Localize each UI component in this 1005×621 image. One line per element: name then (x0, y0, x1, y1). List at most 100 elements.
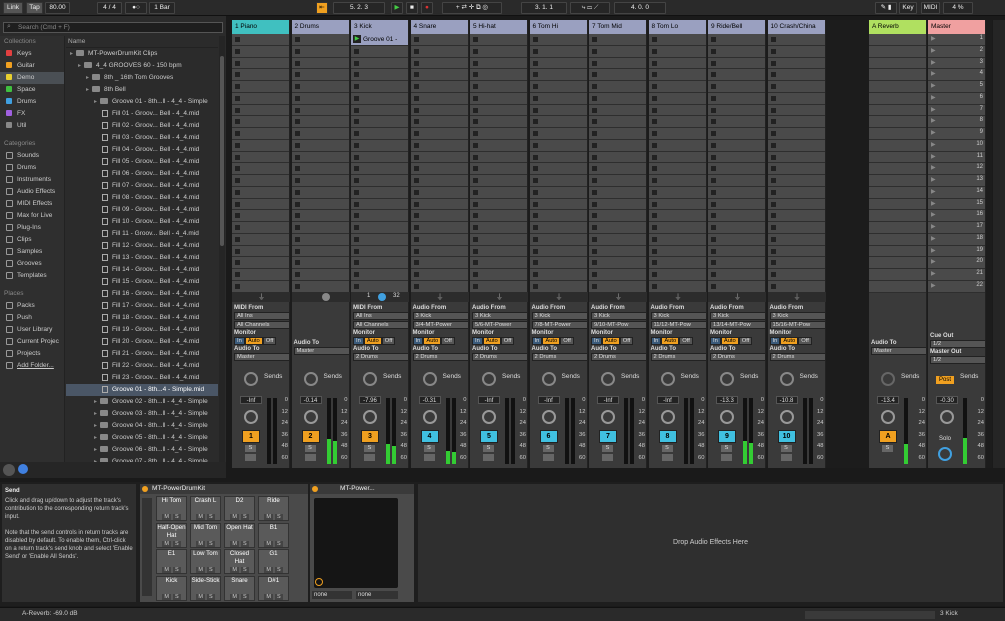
stop-button-icon[interactable] (294, 272, 300, 277)
pad-solo-button[interactable]: S (206, 593, 215, 600)
scene-launch-icon[interactable]: ▶ (931, 247, 936, 254)
scene-number[interactable]: 9 (980, 129, 983, 135)
stop-button-icon[interactable] (354, 72, 359, 78)
stop-button-icon[interactable] (235, 72, 240, 78)
arm-button[interactable] (661, 454, 673, 461)
clip-slot[interactable] (529, 81, 587, 93)
stop-button-icon[interactable] (770, 283, 776, 289)
clip-slot[interactable] (529, 175, 587, 187)
monitor-in-button[interactable]: In (769, 337, 781, 345)
clip-slot[interactable]: ▶ 14 (928, 186, 985, 199)
monitor-in-button[interactable]: In (472, 337, 483, 345)
clip-slot[interactable] (648, 198, 706, 211)
clip-slot[interactable] (351, 269, 408, 281)
stop-button-icon[interactable] (473, 201, 478, 207)
scene-launch-icon[interactable]: ▶ (931, 35, 936, 42)
clip-slot[interactable]: ▶ 12 (928, 163, 985, 175)
stop-button-icon[interactable] (711, 189, 716, 195)
clip-slot[interactable] (291, 245, 349, 258)
stop-button-icon[interactable] (294, 48, 300, 54)
stop-button-icon[interactable] (592, 260, 597, 266)
clip-slot[interactable] (589, 280, 646, 293)
stop-button-icon[interactable] (651, 119, 657, 125)
stop-button-icon[interactable] (770, 119, 776, 125)
send-a-knob[interactable] (363, 372, 377, 386)
browser-tree-item[interactable]: ▸ 4_4 GROOVES 60 - 150 bpm (66, 60, 218, 72)
stop-button-icon[interactable] (413, 189, 419, 195)
monitor-auto-button[interactable]: Auto (363, 337, 382, 345)
pad-mute-button[interactable]: M (162, 540, 171, 547)
clip-slot[interactable] (291, 45, 349, 58)
clip-slot[interactable]: ▶ 16 (928, 210, 985, 222)
send-a-knob[interactable] (244, 372, 258, 386)
stop-button-icon[interactable] (532, 248, 538, 254)
stop-button-icon[interactable] (592, 189, 597, 195)
scene-launch-icon[interactable]: ▶ (931, 188, 936, 195)
arm-button[interactable] (542, 454, 554, 461)
clip-slot[interactable] (648, 257, 706, 269)
track-header[interactable]: 7 Tom Mid (589, 20, 646, 34)
clip-slot[interactable] (470, 69, 527, 81)
browser-tree-item[interactable]: ▸ Groove 02 - 8th...ll - 4_4 - Simple (66, 396, 218, 408)
collection-item[interactable]: Space (0, 84, 64, 96)
stop-button-icon[interactable] (711, 283, 716, 289)
monitor-auto-button[interactable]: Auto (482, 337, 501, 345)
stop-button-icon[interactable] (532, 166, 538, 172)
stop-button-icon[interactable] (294, 166, 300, 172)
clip-slot[interactable] (529, 210, 587, 222)
stop-button-icon[interactable] (473, 142, 478, 148)
audio-to-select[interactable]: 2 Drums (531, 353, 588, 361)
stop-button-icon[interactable] (294, 201, 300, 207)
pad-solo-button[interactable]: S (172, 593, 181, 600)
track-header[interactable]: 10 Crash/China (767, 20, 825, 34)
stop-button-icon[interactable] (235, 84, 240, 89)
pan-knob[interactable] (940, 410, 954, 424)
arm-button[interactable] (780, 454, 792, 461)
stop-button-icon[interactable] (473, 72, 478, 78)
clip-slot[interactable] (291, 128, 349, 140)
stop-button-icon[interactable] (532, 178, 538, 183)
clip-slot[interactable] (529, 69, 587, 81)
solo-button[interactable]: S (304, 445, 316, 452)
pad-solo-button[interactable]: S (274, 514, 283, 520)
pan-knob[interactable] (660, 410, 675, 424)
stop-button-icon[interactable] (770, 260, 776, 266)
monitor-auto-button[interactable]: Auto (244, 337, 263, 345)
stop-button-icon[interactable] (592, 107, 597, 113)
link-button[interactable]: Link (3, 2, 23, 14)
stop-button-icon[interactable] (354, 166, 359, 172)
clip-slot[interactable] (708, 210, 765, 222)
place-item[interactable]: Current Projec (0, 336, 64, 348)
automation-buttons[interactable]: + ⇄ ✛ ⧉ ◎ (442, 2, 502, 14)
clip-slot[interactable] (767, 151, 825, 164)
clip-slot[interactable]: ▶ 7 (928, 104, 985, 117)
stop-button-icon[interactable] (770, 178, 776, 183)
stop-button-icon[interactable] (711, 142, 716, 148)
clip-slot[interactable] (410, 257, 468, 269)
stop-button-icon[interactable] (770, 154, 776, 160)
clip-slot[interactable] (410, 69, 468, 81)
clip-slot[interactable] (291, 175, 349, 187)
pad-solo-button[interactable]: S (274, 593, 283, 600)
clip-slot[interactable] (648, 186, 706, 199)
pad-mute-button[interactable]: M (162, 593, 171, 600)
volume-field[interactable]: -Inf (240, 396, 262, 404)
clip-slot[interactable] (232, 34, 289, 46)
stop-button-icon[interactable] (651, 225, 657, 230)
simpler-power-icon[interactable] (312, 486, 318, 492)
stop-button-icon[interactable] (711, 107, 716, 113)
stop-button-icon[interactable] (651, 72, 657, 78)
drum-pad[interactable]: G1 M S (258, 549, 289, 574)
volume-field[interactable]: -7.96 (359, 396, 381, 404)
stop-button-icon[interactable] (532, 283, 538, 289)
clip-slot[interactable] (648, 116, 706, 128)
loop-start-field[interactable]: 3. 1. 1 (521, 2, 567, 14)
drum-pad[interactable]: Crash L MS (190, 496, 221, 521)
stop-button-icon[interactable] (354, 236, 359, 242)
midi-map-button[interactable]: MIDI (921, 2, 940, 14)
stop-button-icon[interactable] (354, 272, 359, 277)
clip-slot[interactable] (648, 245, 706, 258)
send-a-knob[interactable] (720, 372, 734, 386)
stop-button-icon[interactable] (711, 236, 716, 242)
stop-button-icon[interactable] (294, 142, 300, 148)
